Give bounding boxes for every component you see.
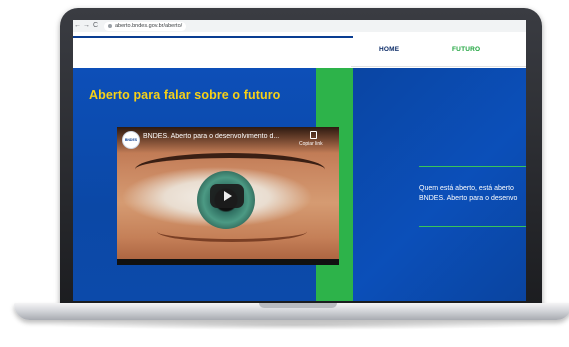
play-button[interactable] [210, 184, 244, 208]
video-title[interactable]: BNDES. Aberto para o desenvolvimento d..… [143, 133, 293, 140]
video-bottom-bar [117, 259, 339, 265]
laptop-notch [259, 303, 337, 308]
reload-icon[interactable]: C [91, 20, 100, 32]
video-overlay-top: BNDES BNDES. Aberto para o desenvolvimen… [117, 127, 339, 153]
header-divider [73, 36, 353, 38]
browser-toolbar: ← → C aberto.bndes.gov.br/aberto/ [73, 20, 526, 32]
url-text: aberto.bndes.gov.br/aberto/ [115, 23, 183, 29]
channel-logo-text: BNDES [124, 138, 138, 142]
quote-line-2: BNDES. Aberto para o desenvo [419, 195, 518, 202]
quote-divider-bottom [419, 226, 526, 227]
laptop-mockup: ← → C aberto.bndes.gov.br/aberto/ HOME F… [0, 0, 569, 347]
quote-text: Quem está aberto, está aberto BNDES. Abe… [419, 184, 526, 204]
copy-link-label[interactable]: Copiar link [299, 141, 323, 147]
site-header: HOME FUTURO [73, 32, 526, 68]
address-bar[interactable]: aberto.bndes.gov.br/aberto/ [104, 21, 187, 31]
back-icon[interactable]: ← [73, 20, 82, 32]
quote-line-1: Quem está aberto, está aberto [419, 185, 514, 192]
forward-icon[interactable]: → [82, 20, 91, 32]
laptop-base [14, 303, 569, 320]
eyelash-bottom [157, 221, 307, 242]
laptop-shadow [40, 320, 550, 330]
hero-title: Aberto para falar sobre o futuro [89, 88, 281, 102]
nav-home[interactable]: HOME [379, 46, 399, 53]
laptop-screen: ← → C aberto.bndes.gov.br/aberto/ HOME F… [73, 20, 526, 301]
video-player[interactable]: BNDES BNDES. Aberto para o desenvolvimen… [117, 127, 339, 265]
nav-futuro[interactable]: FUTURO [452, 46, 480, 53]
channel-avatar[interactable]: BNDES [122, 131, 140, 149]
copy-link-icon[interactable] [310, 131, 317, 139]
main-nav: HOME FUTURO [351, 38, 526, 67]
lock-icon [108, 24, 112, 28]
quote-divider-top [419, 166, 526, 167]
